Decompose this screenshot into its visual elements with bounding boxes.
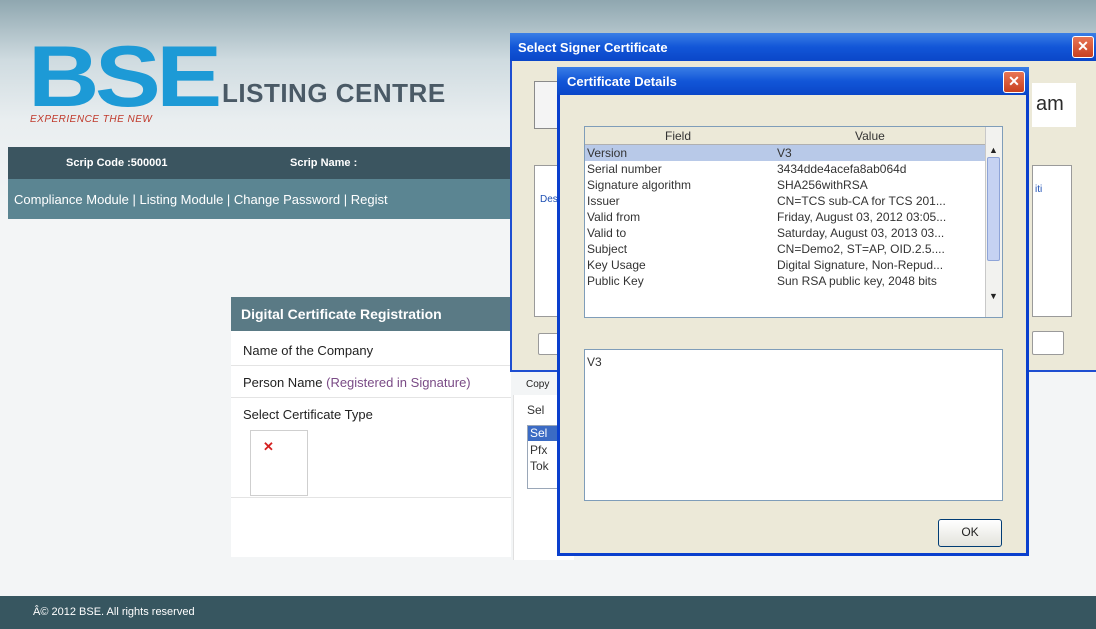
value-cell: CN=Demo2, ST=AP, OID.2.5.... (777, 242, 945, 256)
scroll-up-icon[interactable]: ▲ (989, 145, 998, 155)
value-cell: SHA256withRSA (777, 178, 868, 192)
table-row[interactable]: Signature algorithm SHA256withRSA (585, 177, 985, 193)
person-hint: (Registered in Signature) (326, 375, 471, 390)
table-row[interactable]: Valid to Saturday, August 03, 2013 03... (585, 225, 985, 241)
logo-text: BSE (28, 29, 222, 125)
ok-button[interactable]: OK (938, 519, 1002, 547)
value-cell: Saturday, August 03, 2013 03... (777, 226, 945, 240)
divider (231, 497, 511, 498)
value-cell: Sun RSA public key, 2048 bits (777, 274, 937, 288)
column-header-field[interactable]: Field (665, 129, 691, 143)
field-cell: Public Key (587, 274, 644, 288)
registration-header: Digital Certificate Registration (231, 297, 511, 331)
field-value-text: V3 (587, 355, 602, 369)
logo-tagline: EXPERIENCE THE NEW (30, 114, 153, 125)
table-header-left: Des (540, 194, 558, 205)
list-option[interactable]: Pfx (530, 443, 547, 457)
column-header-value[interactable]: Value (855, 129, 885, 143)
value-cell: V3 (777, 146, 792, 160)
field-cell: Issuer (587, 194, 620, 208)
certificate-type-select[interactable]: Sel (527, 403, 544, 417)
certificate-details-dialog: Certificate Details ✕ Field Value Versio… (557, 67, 1029, 556)
table-row[interactable]: Subject CN=Demo2, ST=AP, OID.2.5.... (585, 241, 985, 257)
digital-certificate-registration-panel: Digital Certificate Registration Name of… (231, 297, 511, 557)
copyright-text: Â© 2012 BSE. All rights reserved (33, 606, 195, 618)
certificate-type-label: Select Certificate Type (243, 407, 373, 422)
table-row[interactable]: Key Usage Digital Signature, Non-Repud..… (585, 257, 985, 273)
signer-button[interactable] (1032, 331, 1064, 355)
scroll-down-icon[interactable]: ▼ (989, 291, 998, 301)
field-cell: Subject (587, 242, 628, 256)
registration-title: Digital Certificate Registration (241, 306, 442, 322)
field-value-textarea[interactable]: V3 (584, 349, 1003, 501)
signer-titlebar: Select Signer Certificate ✕ (510, 33, 1096, 61)
table-row[interactable]: Issuer CN=TCS sub-CA for TCS 201... (585, 193, 985, 209)
scrip-name: Scrip Name : (290, 157, 358, 169)
details-titlebar: Certificate Details ✕ (557, 67, 1029, 95)
company-name-label: Name of the Company (243, 343, 374, 358)
brand-fragment: am (1036, 93, 1064, 115)
field-cell: Valid to (587, 226, 627, 240)
field-cell: Signature algorithm (587, 178, 692, 192)
table-scrollbar[interactable]: ▲ ▼ (985, 127, 1002, 317)
signer-title: Select Signer Certificate (518, 40, 668, 55)
broken-image-icon: ✕ (250, 430, 308, 496)
list-option[interactable]: Tok (530, 459, 549, 473)
bse-logo: BSE EXPERIENCE THE NEW (28, 34, 222, 130)
field-cell: Version (587, 146, 628, 160)
nav-links[interactable]: Compliance Module | Listing Module | Cha… (14, 192, 388, 207)
table-row[interactable]: Serial number 3434dde4acefa8ab064d (585, 161, 985, 177)
table-row[interactable]: Valid from Friday, August 03, 2012 03:05… (585, 209, 985, 225)
value-cell: Friday, August 03, 2012 03:05... (777, 210, 947, 224)
broken-image-glyph: ✕ (263, 439, 274, 454)
footer: Â© 2012 BSE. All rights reserved (0, 596, 1096, 629)
details-title: Certificate Details (567, 74, 677, 89)
table-row[interactable]: Public Key Sun RSA public key, 2048 bits (585, 273, 985, 289)
table-header-right: iti (1035, 184, 1043, 195)
table-row[interactable]: Version V3 (585, 145, 985, 161)
value-cell: CN=TCS sub-CA for TCS 201... (777, 194, 946, 208)
table-header: Field Value (585, 127, 985, 145)
person-label: Person Name (243, 375, 323, 390)
field-cell: Serial number (587, 162, 662, 176)
divider (231, 397, 511, 398)
signer-table-right[interactable]: iti (1032, 165, 1072, 317)
brand-logo: am (1032, 83, 1076, 127)
field-cell: Key Usage (587, 258, 646, 272)
site-title: LISTING CENTRE (222, 78, 446, 108)
certificate-fields-table[interactable]: Field Value Version V3 Serial number 343… (584, 126, 1003, 318)
divider (231, 365, 511, 366)
details-close-button[interactable]: ✕ (1003, 71, 1025, 93)
value-cell: 3434dde4acefa8ab064d (777, 162, 907, 176)
scroll-thumb[interactable] (987, 157, 1000, 261)
field-cell: Valid from (587, 210, 641, 224)
scrip-code: Scrip Code :500001 (66, 157, 168, 169)
person-name-label: Person Name (Registered in Signature) (243, 375, 471, 390)
copy-label: Copy (526, 379, 550, 390)
value-cell: Digital Signature, Non-Repud... (777, 258, 944, 272)
signer-close-button[interactable]: ✕ (1072, 36, 1094, 58)
